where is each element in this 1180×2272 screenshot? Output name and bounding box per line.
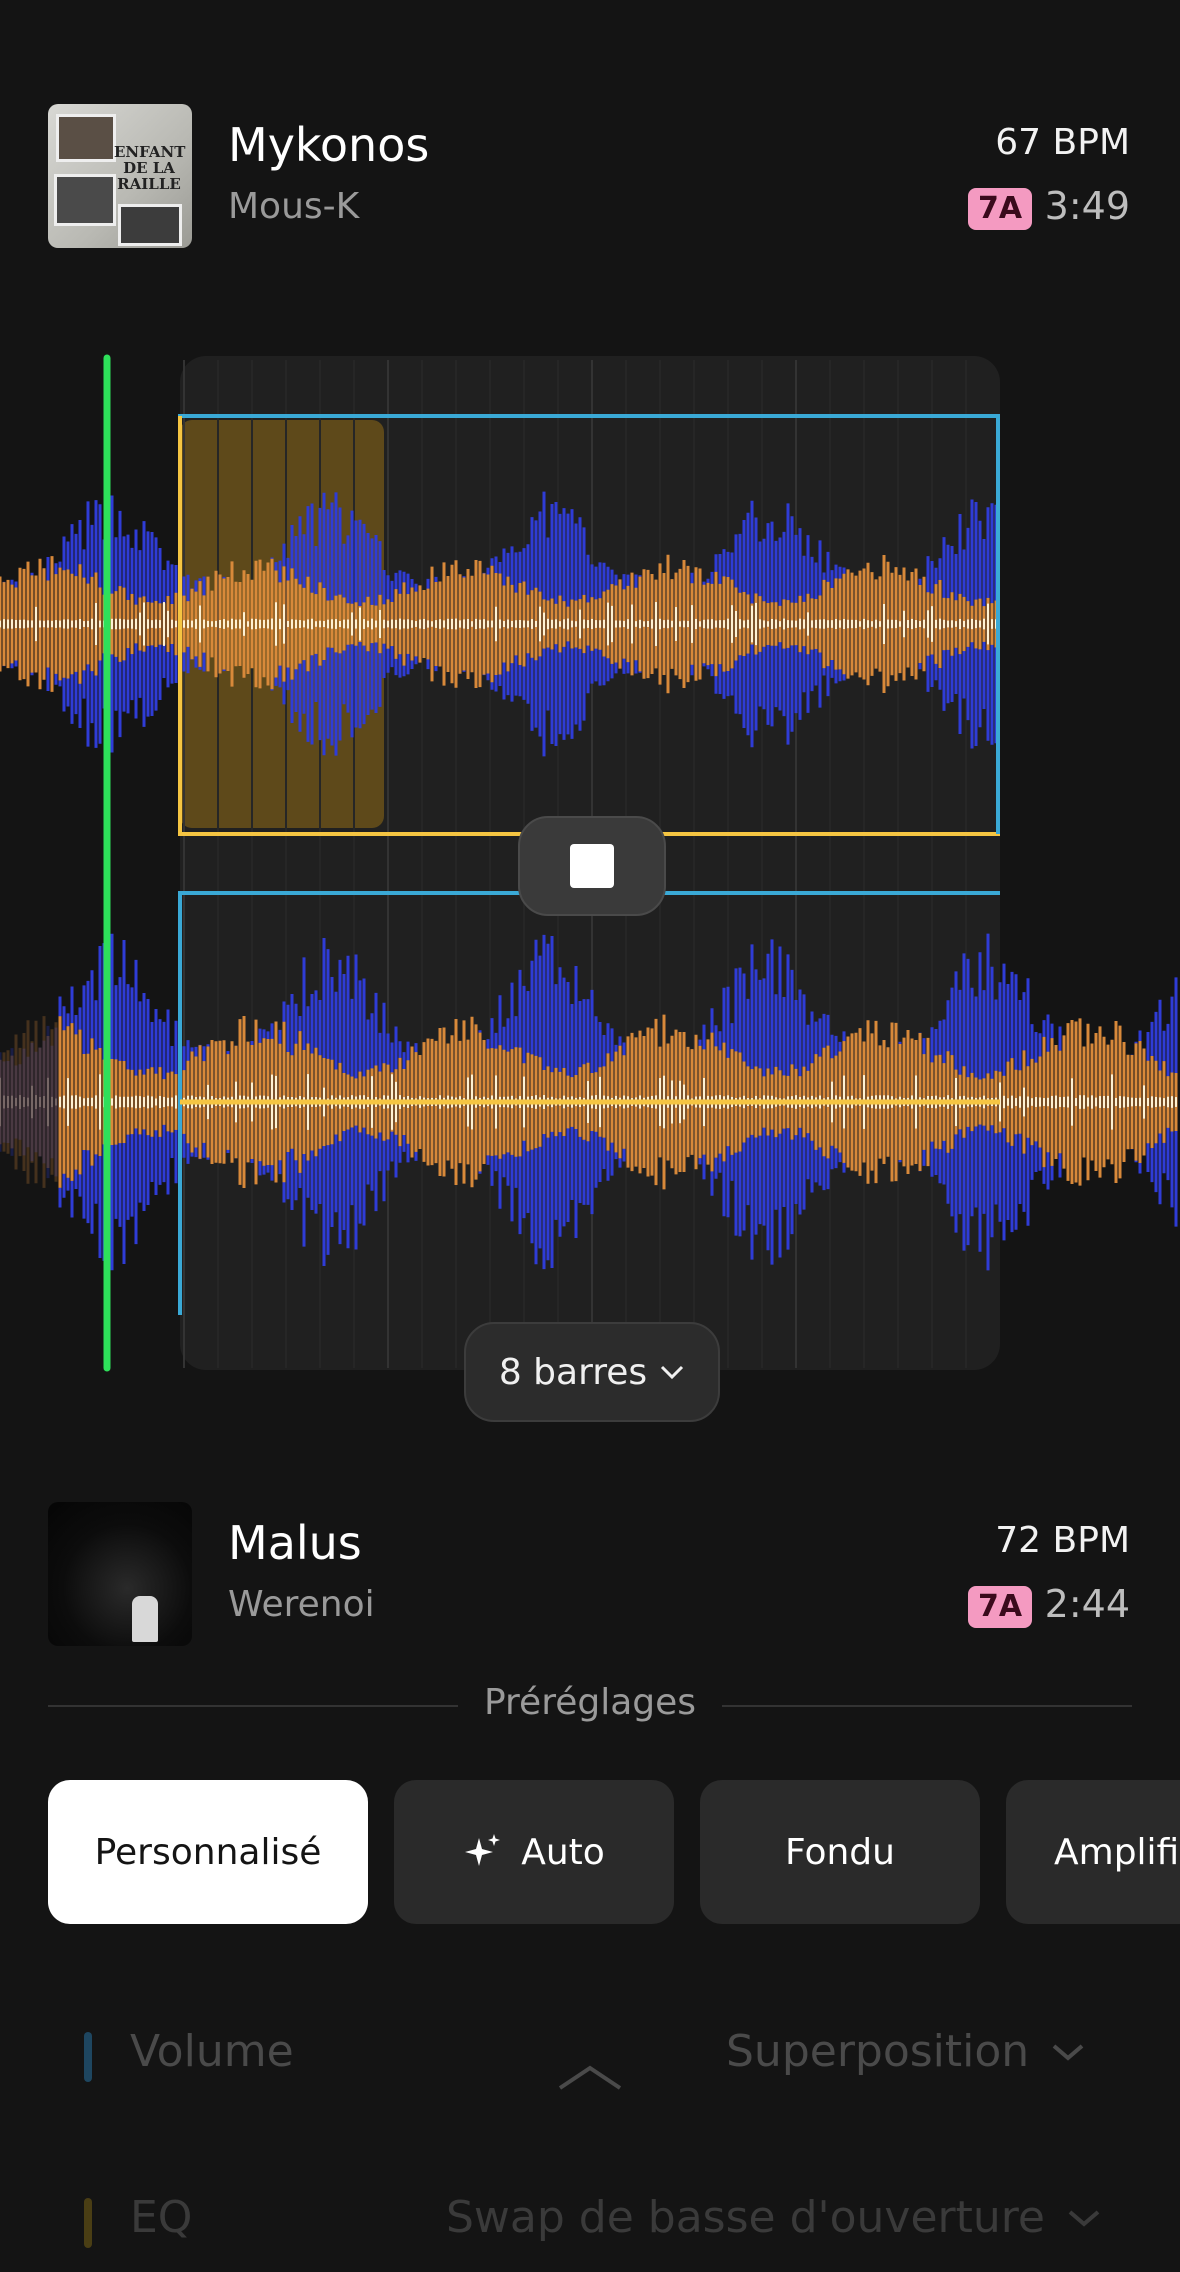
- stop-icon: [570, 844, 614, 888]
- stop-button[interactable]: [518, 816, 666, 916]
- cover-photo-3: [118, 204, 182, 246]
- presets-divider-right: [722, 1705, 1132, 1707]
- duration-top: 3:49: [1044, 184, 1130, 228]
- track-artist-top: Mous-K: [228, 186, 360, 227]
- preset-label: Fondu: [785, 1831, 895, 1873]
- eq-label: EQ: [130, 2192, 193, 2243]
- sparkle-icon: [465, 1834, 501, 1866]
- bpm-top: 67 BPM: [995, 122, 1130, 163]
- cover-text: ENFANT DE LA RAILLE: [114, 143, 186, 193]
- chevron-down-icon: [661, 1365, 684, 1380]
- preset-label: Personnalisé: [94, 1831, 322, 1873]
- cover-figure: [132, 1596, 158, 1642]
- preset-label: Amplifi: [1054, 1831, 1180, 1873]
- eq-mode-dropdown[interactable]: Swap de basse d'ouverture: [446, 2192, 1101, 2243]
- waveform-top: [0, 491, 998, 757]
- volume-indicator: [84, 2032, 92, 2082]
- cover-photo-2: [54, 174, 116, 226]
- preset-auto[interactable]: Auto: [394, 1780, 674, 1924]
- album-cover-bottom[interactable]: [48, 1502, 192, 1646]
- track-artist-bottom: Werenoi: [228, 1584, 375, 1625]
- eq-mode-label: Swap de basse d'ouverture: [446, 2192, 1045, 2243]
- key-badge-bottom: 7A: [968, 1586, 1032, 1628]
- preset-label: Auto: [521, 1831, 605, 1873]
- track-title-top: Mykonos: [228, 118, 430, 172]
- chevron-up-icon[interactable]: [556, 2062, 624, 2092]
- volume-mode-label: Superposition: [726, 2026, 1030, 2077]
- bar-length-label: 8 barres: [498, 1351, 648, 1393]
- album-cover-top[interactable]: ENFANT DE LA RAILLE: [48, 104, 192, 248]
- bpm-bottom: 72 BPM: [995, 1520, 1130, 1561]
- cover-photo-1: [56, 114, 116, 162]
- volume-mode-dropdown[interactable]: Superposition: [726, 2026, 1085, 2077]
- chevron-down-icon: [1068, 2209, 1100, 2227]
- preset-personnalise[interactable]: Personnalisé: [48, 1780, 368, 1924]
- preset-fondu[interactable]: Fondu: [700, 1780, 980, 1924]
- eq-indicator: [84, 2198, 92, 2248]
- duration-bottom: 2:44: [1044, 1582, 1130, 1626]
- presets-title: Préréglages: [483, 1682, 697, 1723]
- key-badge-top: 7A: [968, 188, 1032, 230]
- track-title-bottom: Malus: [228, 1516, 362, 1570]
- chevron-down-icon: [1052, 2043, 1084, 2061]
- volume-label: Volume: [130, 2026, 294, 2077]
- bar-length-dropdown[interactable]: 8 barres: [464, 1322, 720, 1422]
- preset-amplifier[interactable]: Amplifi: [1006, 1780, 1180, 1924]
